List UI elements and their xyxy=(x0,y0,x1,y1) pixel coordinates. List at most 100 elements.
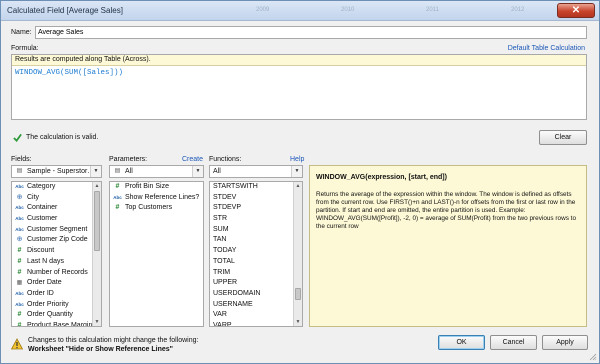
clear-button[interactable]: Clear xyxy=(539,130,587,145)
close-button[interactable]: ✕ xyxy=(557,3,595,18)
resize-grip-icon[interactable] xyxy=(589,353,597,361)
function-item[interactable]: TODAY xyxy=(210,246,302,257)
functions-scrollbar[interactable]: ▲ ▼ xyxy=(293,182,302,326)
scroll-up-icon[interactable]: ▲ xyxy=(294,182,302,190)
field-item-label: Product Base Margin xyxy=(27,321,93,327)
formula-editor[interactable]: Results are computed along Table (Across… xyxy=(11,54,587,120)
window-title: Calculated Field [Average Sales] xyxy=(7,6,123,15)
apply-button[interactable]: Apply xyxy=(542,335,588,350)
functions-list[interactable]: STARTSWITH STDEV STDEVP STR SUM TAN TODAY TOTAL… xyxy=(209,181,303,327)
field-item-label: Container xyxy=(27,204,58,212)
field-item-label: Order Quantity xyxy=(27,311,73,319)
formula-code[interactable]: WINDOW_AVG(SUM([Sales])) xyxy=(12,66,586,80)
number-icon: # xyxy=(17,247,22,255)
functions-select-value: All xyxy=(213,168,221,175)
field-item[interactable]: # Product Base Margin xyxy=(12,321,101,327)
scroll-down-icon[interactable]: ▼ xyxy=(294,318,302,326)
cancel-button[interactable]: Cancel xyxy=(490,335,537,350)
parameters-list[interactable]: # Profit Bin Size Abc Show Reference Lines?… xyxy=(109,181,204,327)
chevron-down-icon[interactable]: ▼ xyxy=(291,166,302,177)
field-item-label: Category xyxy=(27,183,56,190)
background-tick: 2010 xyxy=(341,7,355,13)
field-item-label: Customer Zip Code xyxy=(27,236,88,244)
field-item[interactable]: ⊕ Customer Zip Code xyxy=(12,235,101,246)
function-item[interactable]: UPPER xyxy=(210,278,302,289)
field-item[interactable]: # Order Quantity xyxy=(12,310,101,321)
chevron-down-icon[interactable]: ▼ xyxy=(90,166,101,177)
validation-message: The calculation is valid. xyxy=(26,134,99,141)
warning-worksheet: Worksheet "Hide or Show Reference Lines" xyxy=(28,346,173,353)
checkmark-icon xyxy=(13,133,22,142)
number-icon: # xyxy=(115,183,120,190)
number-icon: # xyxy=(17,257,22,265)
field-item-label: Order Date xyxy=(27,279,62,287)
globe-icon: ⊕ xyxy=(16,193,23,201)
parameters-select-value: All xyxy=(125,168,133,175)
parameters-select[interactable]: ▤ All ▼ xyxy=(109,165,204,178)
chevron-down-icon[interactable]: ▼ xyxy=(192,166,203,177)
warning-message: Changes to this calculation might change… xyxy=(28,337,199,344)
number-icon: # xyxy=(17,311,22,319)
function-signature: WINDOW_AVG(expression, [start, end]) xyxy=(316,174,447,181)
abc-string-icon: Abc xyxy=(113,194,122,200)
function-item[interactable]: TAN xyxy=(210,235,302,246)
database-icon: ▤ xyxy=(16,168,23,174)
fields-source-select[interactable]: ▤ Sample - Superstor… ▼ xyxy=(11,165,102,178)
function-item[interactable]: STR xyxy=(210,214,302,225)
function-item[interactable]: VARP xyxy=(210,321,302,326)
field-item[interactable]: # Last N days xyxy=(12,257,101,268)
abc-string-icon: Abc xyxy=(15,226,24,232)
help-link[interactable]: Help xyxy=(290,156,304,163)
field-item[interactable]: # Discount xyxy=(12,246,101,257)
number-icon: # xyxy=(115,204,120,212)
ok-button[interactable]: OK xyxy=(438,335,485,350)
parameter-item[interactable]: # Top Customers xyxy=(110,203,203,214)
fields-label: Fields: xyxy=(11,156,32,163)
title-bar[interactable]: Calculated Field [Average Sales] 2009 20… xyxy=(1,1,599,21)
scroll-up-icon[interactable]: ▲ xyxy=(93,182,101,190)
name-input[interactable] xyxy=(35,26,587,39)
scroll-thumb[interactable] xyxy=(94,191,100,251)
field-item[interactable]: Abc Customer xyxy=(12,214,101,225)
field-item-label: Last N days xyxy=(27,257,64,265)
warning-icon xyxy=(11,338,23,350)
field-item[interactable]: ⊕ City xyxy=(12,193,101,204)
function-item[interactable]: STDEV xyxy=(210,193,302,204)
name-label: Name: xyxy=(11,29,32,36)
function-item[interactable]: STARTSWITH xyxy=(210,182,302,193)
parameters-label: Parameters: xyxy=(109,156,148,163)
field-item[interactable]: Abc Order ID xyxy=(12,289,101,300)
field-item[interactable]: Abc Container xyxy=(12,203,101,214)
scroll-down-icon[interactable]: ▼ xyxy=(93,318,101,326)
field-item-label: Number of Records xyxy=(27,268,88,276)
function-item[interactable]: USERDOMAIN xyxy=(210,289,302,300)
field-item[interactable]: Abc Order Priority xyxy=(12,300,101,311)
scroll-thumb[interactable] xyxy=(295,288,301,300)
function-item[interactable]: TRIM xyxy=(210,268,302,279)
field-item[interactable]: ▦ Order Date xyxy=(12,278,101,289)
function-item[interactable]: USERNAME xyxy=(210,300,302,311)
field-item-label: Customer xyxy=(27,215,58,223)
default-table-calculation-link[interactable]: Default Table Calculation xyxy=(508,45,585,52)
field-item[interactable]: # Number of Records xyxy=(12,268,101,279)
field-item[interactable]: Abc Customer Segment xyxy=(12,225,101,236)
function-description: WINDOW_AVG(expression, [start, end]) Ret… xyxy=(309,165,587,327)
parameter-item[interactable]: # Profit Bin Size xyxy=(110,182,203,193)
functions-select[interactable]: All ▼ xyxy=(209,165,303,178)
create-parameter-link[interactable]: Create xyxy=(182,156,203,163)
functions-label: Functions: xyxy=(209,156,242,163)
fields-list[interactable]: Abc Category ⊕ City Abc Container Abc Customer A… xyxy=(11,181,102,327)
background-tick: 2009 xyxy=(256,7,270,13)
abc-string-icon: Abc xyxy=(15,301,24,307)
field-item[interactable]: Abc Category xyxy=(12,182,101,193)
fields-scrollbar[interactable]: ▲ ▼ xyxy=(92,182,101,326)
calendar-icon: ▦ xyxy=(16,280,23,287)
function-item[interactable]: SUM xyxy=(210,225,302,236)
parameter-item-label: Top Customers xyxy=(125,204,173,212)
parameter-item-label: Show Reference Lines? xyxy=(125,193,200,201)
function-item[interactable]: VAR xyxy=(210,310,302,321)
function-item[interactable]: TOTAL xyxy=(210,257,302,268)
parameter-item[interactable]: Abc Show Reference Lines? xyxy=(110,193,203,204)
function-item[interactable]: STDEVP xyxy=(210,203,302,214)
field-item-label: City xyxy=(27,193,40,201)
